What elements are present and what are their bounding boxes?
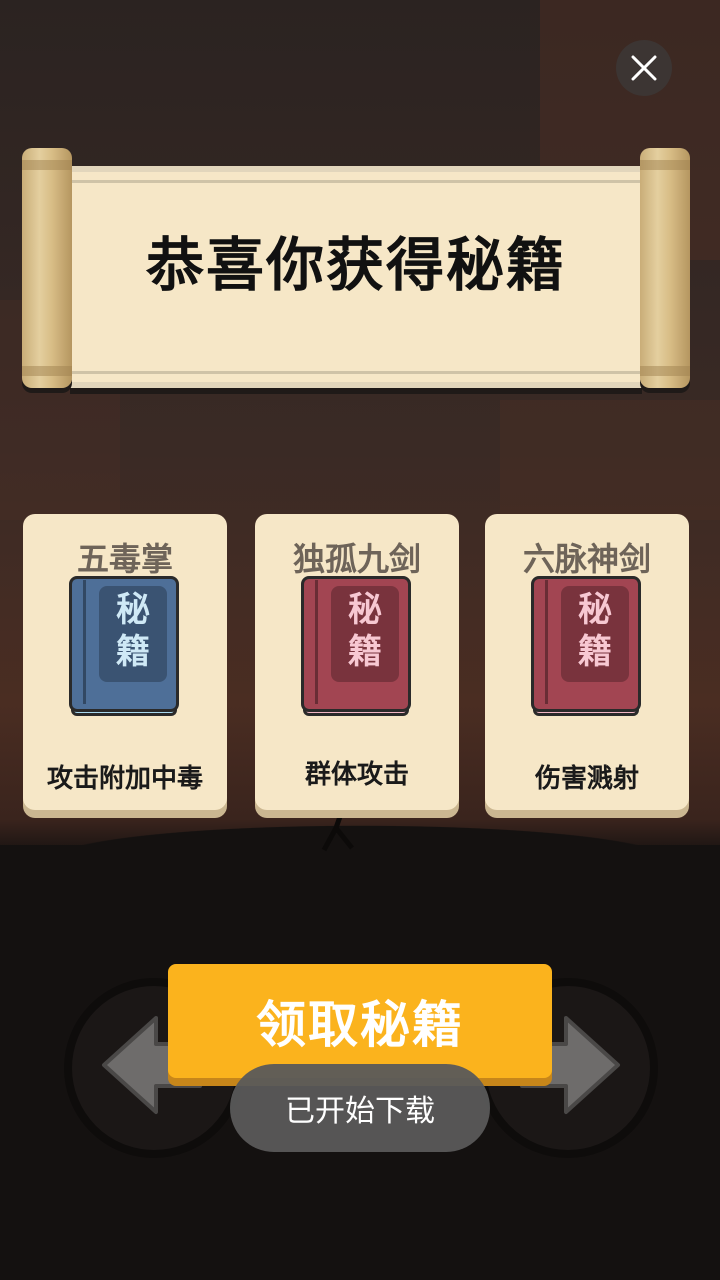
scroll-roller-right [640,148,690,388]
card-description: 群体攻击 [304,760,409,790]
secret-book-icon: 秘 籍 [301,576,413,720]
close-icon [631,55,657,81]
dialog-title: 恭喜你获得秘籍 [145,231,566,299]
stickman-character [321,808,354,852]
book-char: 籍 [116,632,150,672]
book-char: 秘 [348,590,382,630]
background-rock [500,400,720,520]
book-char: 秘 [578,590,612,630]
reward-scroll-banner: 恭喜你获得秘籍 [22,148,690,392]
skill-card-liumai[interactable]: 六脉神剑 秘 籍 伤害溅射 [485,514,689,810]
skill-card-wudu[interactable]: 五毒掌 秘 籍 攻击附加中毒 [23,514,227,810]
secret-book-icon: 秘 籍 [531,576,643,720]
toast-text: 已开始下载 [285,1094,435,1129]
card-title: 独孤九剑 [292,540,421,578]
skill-card-dugu[interactable]: 独孤九剑 秘 籍 群体攻击 [255,514,459,810]
book-char: 秘 [116,590,150,630]
claim-button[interactable]: 领取秘籍 [168,964,552,1078]
card-description: 伤害溅射 [534,764,639,794]
card-title: 六脉神剑 [522,540,651,578]
scroll-roller-left [22,148,72,388]
card-description: 攻击附加中毒 [46,764,203,794]
card-title: 五毒掌 [76,540,173,578]
book-char: 籍 [348,632,382,672]
download-toast: 已开始下载 [230,1064,490,1152]
secret-book-icon: 秘 籍 [69,576,181,720]
close-button[interactable] [616,40,672,96]
book-char: 籍 [578,632,612,672]
claim-button-label: 领取秘籍 [256,996,464,1054]
